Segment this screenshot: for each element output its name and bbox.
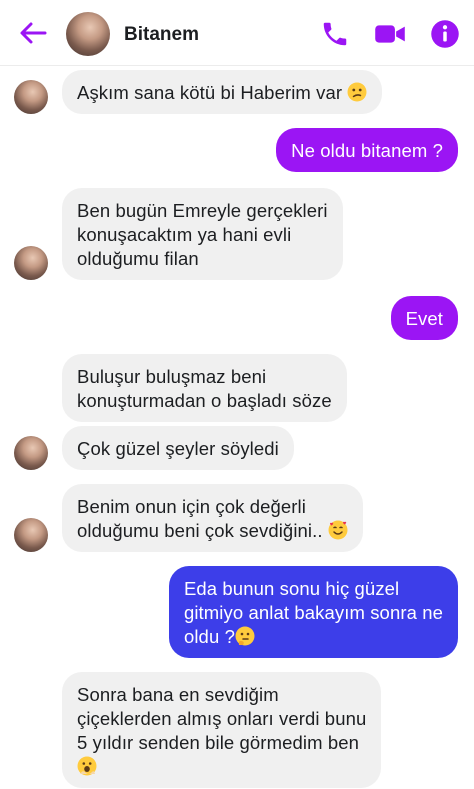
message-text: konuşacaktım ya hani evli: [77, 224, 292, 245]
phone-icon: [323, 22, 347, 46]
message-text: Ben bugün Emreyle gerçekleri: [77, 200, 328, 221]
smiling-face-with-hearts-icon: [328, 520, 348, 540]
message-bubble-incoming[interactable]: Benim onun için çok değerli olduğumu ben…: [62, 484, 363, 552]
message-text: 5 yıldır senden bile görmedim ben: [77, 732, 359, 753]
message-text: olduğumu beni çok sevdiğini..: [77, 520, 323, 541]
contact-avatar-small: [14, 80, 48, 114]
message-bubble-outgoing[interactable]: Ne oldu bitanem ?: [276, 128, 458, 172]
contact-avatar-small: [14, 518, 48, 552]
message-text: oldu ?: [183, 626, 235, 647]
message-bubble-incoming[interactable]: Sonra bana en sevdiğim çiçeklerden almış…: [62, 672, 382, 788]
video-camera-icon: [375, 25, 405, 43]
message-text: Eda bunun sonu hiç güzel: [183, 578, 400, 599]
arrow-left-icon: [20, 22, 47, 44]
thinking-face-icon: [235, 626, 255, 646]
message-bubble-incoming[interactable]: Çok güzel şeyler söyledi: [62, 426, 294, 470]
message-bubble-outgoing[interactable]: Eda bunun sonu hiç güzel gitmiyo anlat b…: [168, 566, 458, 658]
message-text: gitmiyo anlat bakayım sonra ne: [183, 602, 443, 623]
message-text: Çok güzel şeyler söyledi: [77, 438, 279, 459]
message-bubble-outgoing[interactable]: Evet: [390, 296, 458, 340]
message-text: Sonra bana en sevdiğim: [77, 684, 279, 705]
info-button[interactable]: [430, 19, 460, 49]
message-list[interactable]: Aşkım sana kötü bi Haberim var Ne oldu b…: [0, 66, 474, 789]
call-button[interactable]: [320, 19, 350, 49]
video-call-button[interactable]: [374, 19, 405, 49]
back-button[interactable]: [18, 20, 48, 46]
message-text: Aşkım sana kötü bi Haberim var: [77, 82, 343, 103]
message-bubble-incoming[interactable]: Ben bugün Emreyle gerçekleri konuşacaktı…: [62, 188, 343, 280]
message-text: çiçeklerden almış onları verdi bunu: [77, 708, 367, 729]
contact-avatar-small: [14, 436, 48, 470]
message-text: olduğumu filan: [77, 248, 199, 269]
message-text: Buluşur buluşmaz beni: [77, 366, 267, 387]
message-text: Ne oldu bitanem ?: [291, 140, 443, 161]
message-text: Evet: [405, 308, 443, 329]
message-text: Benim onun için çok değerli: [77, 496, 306, 517]
info-icon: [431, 20, 459, 48]
conversation-header: Bitanem: [0, 0, 474, 66]
confused-face-icon: [347, 82, 367, 102]
face-with-open-mouth-icon: [77, 756, 97, 776]
message-bubble-incoming[interactable]: Buluşur buluşmaz beni konuşturmadan o ba…: [62, 354, 347, 422]
contact-avatar[interactable]: [66, 12, 110, 56]
message-text: konuşturmadan o başladı söze: [77, 390, 332, 411]
contact-name[interactable]: Bitanem: [124, 24, 199, 46]
contact-avatar-small: [14, 246, 48, 280]
message-bubble-incoming[interactable]: Aşkım sana kötü bi Haberim var: [62, 70, 383, 114]
